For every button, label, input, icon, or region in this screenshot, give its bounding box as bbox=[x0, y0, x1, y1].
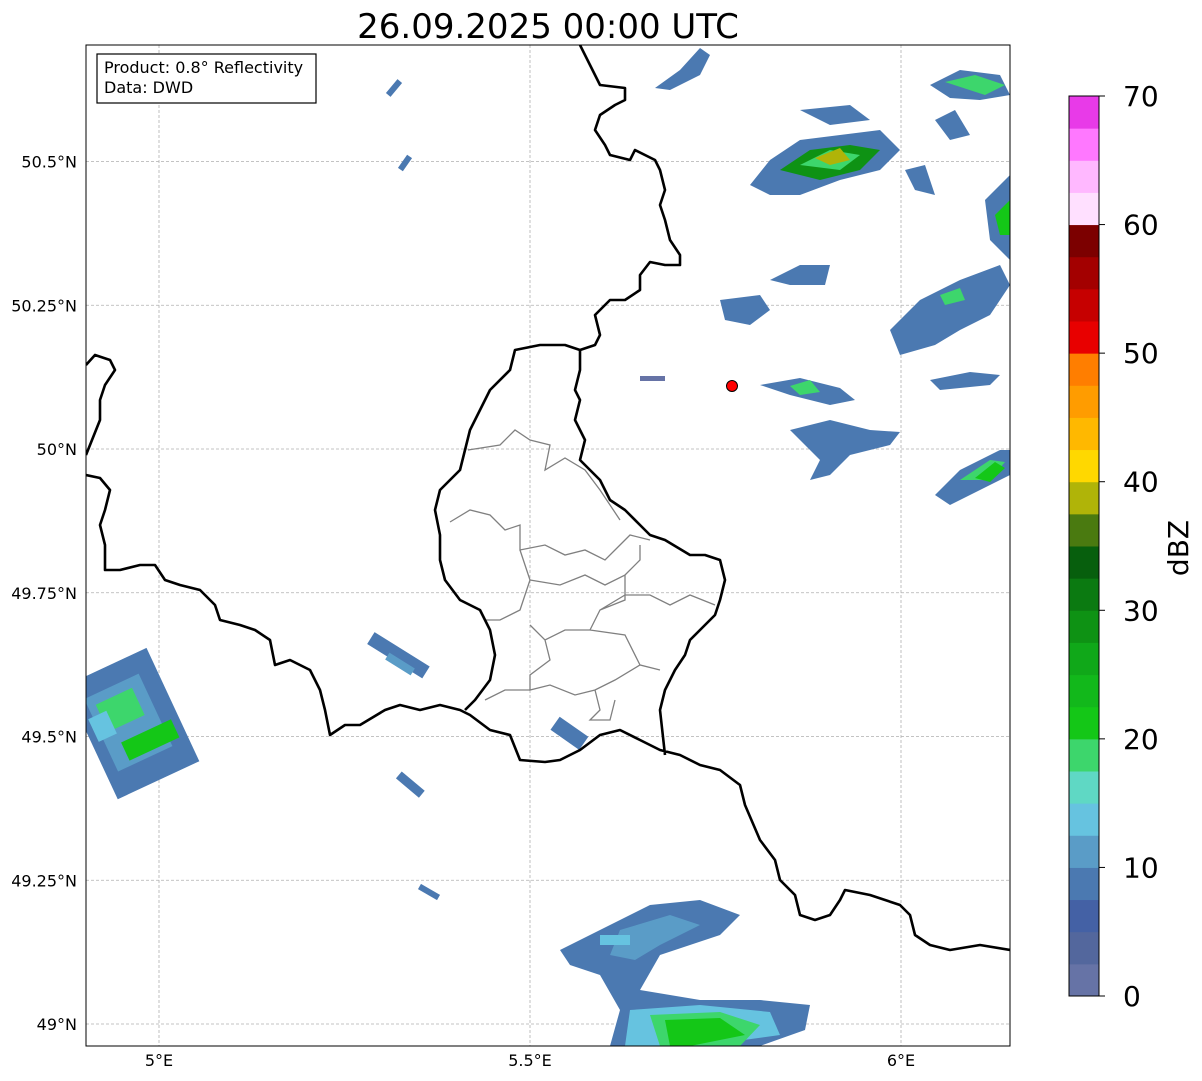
colorbar-tick-label: 30 bbox=[1123, 594, 1159, 627]
lat-tick-label: 49.75°N bbox=[11, 584, 77, 603]
info-product: Product: 0.8° Reflectivity bbox=[104, 58, 303, 77]
lat-tick-label: 50.25°N bbox=[11, 296, 77, 315]
colorbar-tick-label: 10 bbox=[1123, 851, 1159, 884]
lon-tick-label: 5.5°E bbox=[508, 1051, 552, 1070]
colorbar-segment bbox=[1069, 963, 1099, 997]
colorbar-segment bbox=[1069, 96, 1099, 129]
colorbar-segment bbox=[1069, 385, 1099, 418]
map-title: 26.09.2025 00:00 UTC bbox=[357, 7, 739, 47]
colorbar-ticks: 0 10 20 30 40 50 60 70 bbox=[1099, 80, 1159, 1013]
colorbar-segment bbox=[1069, 353, 1099, 386]
colorbar-segment bbox=[1069, 738, 1099, 772]
colorbar-segment bbox=[1069, 513, 1099, 547]
colorbar-segment bbox=[1069, 803, 1099, 836]
colorbar-segment bbox=[1069, 931, 1099, 965]
colorbar-tick-label: 20 bbox=[1123, 723, 1159, 756]
lat-tick-label: 49°N bbox=[37, 1015, 77, 1034]
colorbar-segment bbox=[1069, 771, 1099, 804]
lat-tick-label: 49.25°N bbox=[11, 871, 77, 890]
lat-tick-label: 50.5°N bbox=[21, 153, 77, 172]
info-box: Product: 0.8° Reflectivity Data: DWD bbox=[96, 53, 317, 104]
colorbar-segment bbox=[1069, 546, 1099, 579]
radar-map-figure: 26.09.2025 00:00 UTC Product: 0.8° Refle… bbox=[11, 7, 1195, 1070]
colorbar-segment bbox=[1069, 224, 1099, 258]
colorbar-segment bbox=[1069, 706, 1099, 740]
colorbar-segment bbox=[1069, 417, 1099, 451]
latitude-labels: 50.5°N 50.25°N 50°N 49.75°N 49.5°N 49.25°N 49°… bbox=[11, 153, 77, 1035]
info-data-source: Data: DWD bbox=[104, 78, 193, 97]
lon-tick-label: 6°E bbox=[887, 1051, 915, 1070]
colorbar-label: dBZ bbox=[1162, 520, 1195, 576]
colorbar-segment bbox=[1069, 128, 1099, 161]
colorbar-segment bbox=[1069, 835, 1099, 868]
colorbar-tick-label: 0 bbox=[1123, 980, 1141, 1013]
colorbar-tick-label: 40 bbox=[1123, 466, 1159, 499]
lon-tick-label: 5°E bbox=[145, 1051, 173, 1070]
colorbar-segment bbox=[1069, 610, 1099, 643]
colorbar-segment bbox=[1069, 321, 1099, 354]
colorbar-segment bbox=[1069, 642, 1099, 676]
colorbar-segment bbox=[1069, 160, 1099, 193]
colorbar-segment bbox=[1069, 288, 1099, 322]
radar-site-marker bbox=[726, 380, 738, 392]
colorbar-segment bbox=[1069, 867, 1099, 901]
colorbar-segment bbox=[1069, 899, 1099, 933]
colorbar-tick-label: 70 bbox=[1123, 80, 1159, 113]
colorbar-segment bbox=[1069, 256, 1099, 290]
colorbar-segment bbox=[1069, 578, 1099, 611]
longitude-labels: 5°E5.5°E6°E6.5°E7°E bbox=[145, 1051, 915, 1070]
colorbar-tick-label: 60 bbox=[1123, 209, 1159, 242]
lat-tick-label: 49.5°N bbox=[21, 728, 77, 747]
lat-tick-label: 50°N bbox=[37, 440, 77, 459]
colorbar bbox=[1068, 95, 1100, 997]
colorbar-segment bbox=[1069, 674, 1099, 708]
colorbar-tick-label: 50 bbox=[1123, 337, 1159, 370]
colorbar-segment bbox=[1069, 481, 1099, 515]
colorbar-segment bbox=[1069, 449, 1099, 483]
colorbar-segment bbox=[1069, 192, 1099, 226]
